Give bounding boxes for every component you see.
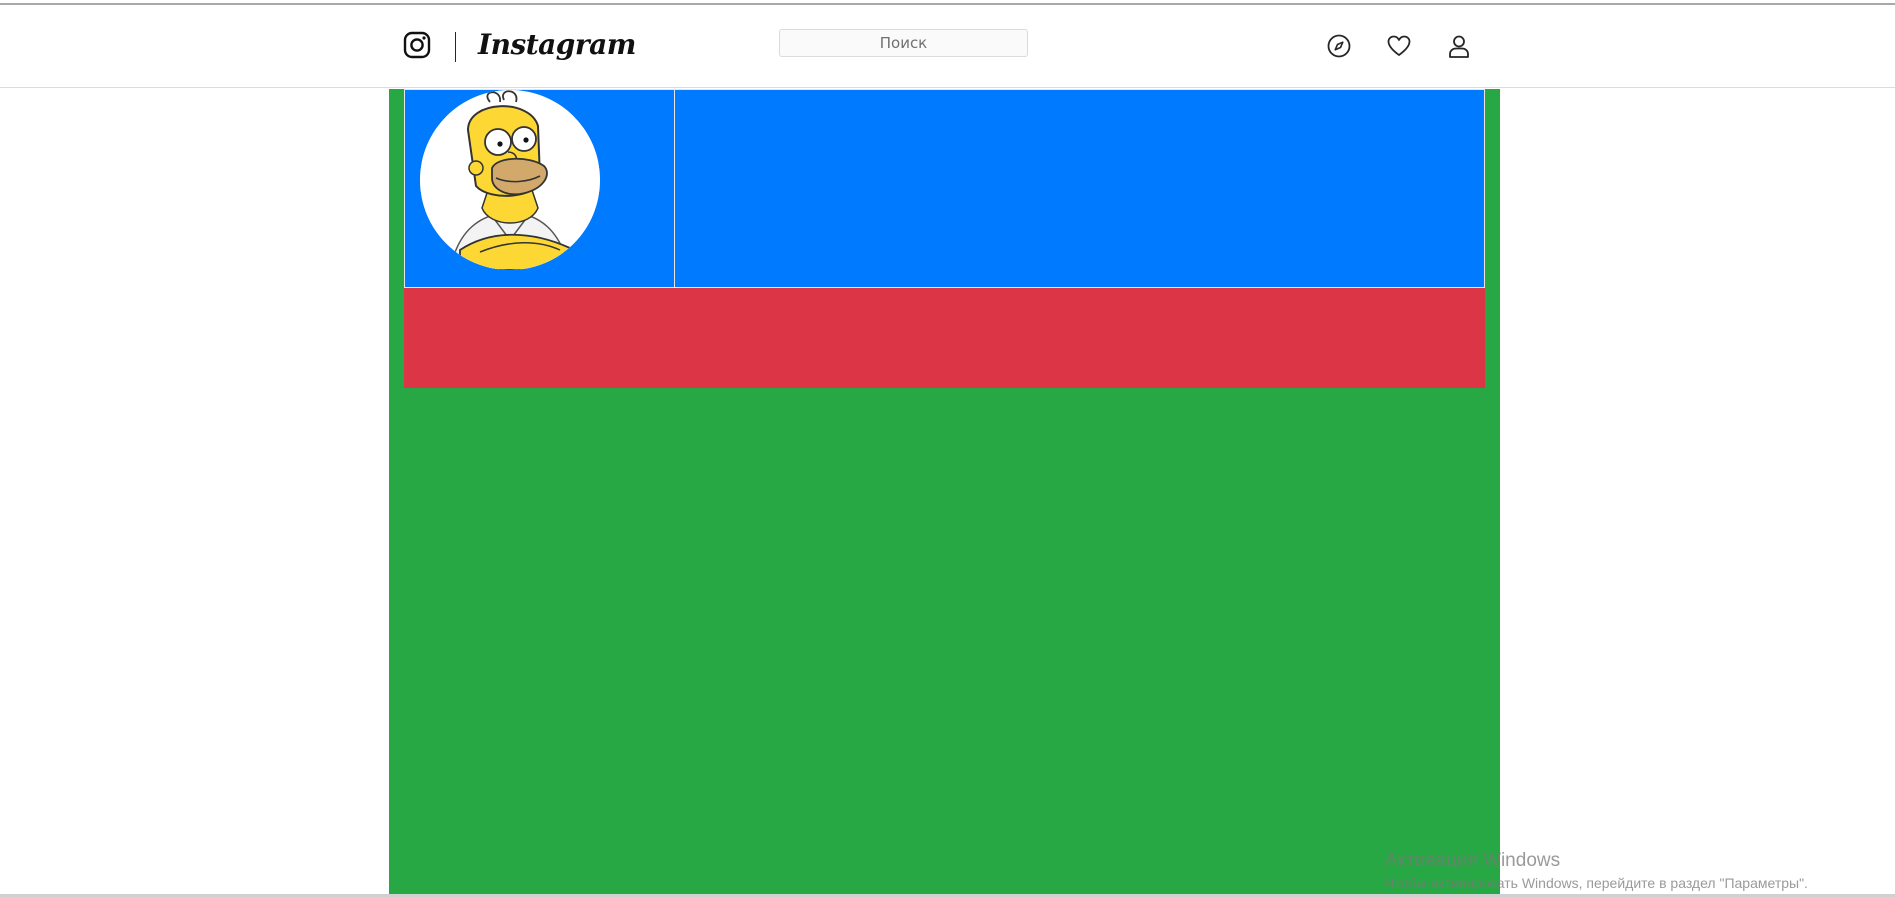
user-icon[interactable] <box>1446 33 1472 59</box>
profile-avatar[interactable] <box>420 90 600 270</box>
search-input[interactable] <box>779 29 1028 57</box>
top-navbar: Instagram <box>0 5 1895 88</box>
logo-divider <box>455 32 456 62</box>
compass-icon[interactable] <box>1326 33 1352 59</box>
instagram-wordmark[interactable]: Instagram <box>478 27 636 63</box>
homer-simpson-avatar <box>420 90 600 270</box>
instagram-glyph-icon[interactable] <box>403 31 431 59</box>
profile-info-row <box>404 288 1485 388</box>
profile-header-row <box>404 89 1485 288</box>
header-column-divider <box>674 90 675 287</box>
heart-icon[interactable] <box>1386 33 1412 59</box>
